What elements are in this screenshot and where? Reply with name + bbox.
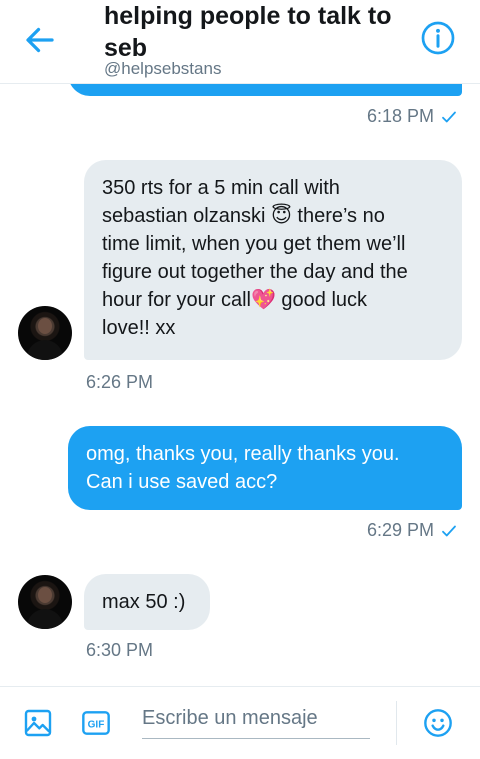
conversation-handle: @helpsebstans bbox=[104, 59, 222, 78]
message-bubble-sent-partial[interactable] bbox=[68, 84, 462, 96]
back-arrow-icon[interactable] bbox=[22, 22, 58, 58]
conversation-title[interactable]: helping people to talk to seb bbox=[104, 0, 404, 64]
divider bbox=[396, 701, 397, 745]
message-bubble-sent[interactable]: omg, thanks you, really thanks you. Can … bbox=[68, 426, 462, 510]
message-composer: GIF Escribe un mensaje bbox=[0, 686, 480, 759]
emoji-icon[interactable] bbox=[422, 707, 454, 739]
message-bubble-received[interactable]: 350 rts for a 5 min call with sebastian … bbox=[84, 160, 462, 360]
image-icon[interactable] bbox=[22, 707, 54, 739]
message-input[interactable]: Escribe un mensaje bbox=[142, 707, 370, 739]
info-icon[interactable] bbox=[420, 20, 456, 56]
message-list[interactable]: 6:18 PM 350 rts for a 5 min call with se… bbox=[0, 84, 480, 686]
read-check-icon bbox=[442, 525, 456, 536]
avatar[interactable] bbox=[18, 575, 72, 629]
conversation-header: helping people to talk to seb @helpsebst… bbox=[0, 0, 480, 84]
message-time: 6:30 PM bbox=[86, 640, 154, 660]
read-check-icon bbox=[442, 111, 456, 122]
message-time: 6:18 PM bbox=[366, 106, 434, 126]
message-time: 6:29 PM bbox=[366, 520, 434, 540]
gif-icon[interactable]: GIF bbox=[80, 707, 112, 739]
gif-label: GIF bbox=[88, 720, 105, 731]
message-meta: 6:18 PM bbox=[367, 106, 458, 127]
message-bubble-received[interactable]: max 50 :) bbox=[84, 574, 210, 630]
message-meta: 6:29 PM bbox=[367, 520, 458, 541]
avatar[interactable] bbox=[18, 306, 72, 360]
message-time: 6:26 PM bbox=[86, 372, 154, 392]
